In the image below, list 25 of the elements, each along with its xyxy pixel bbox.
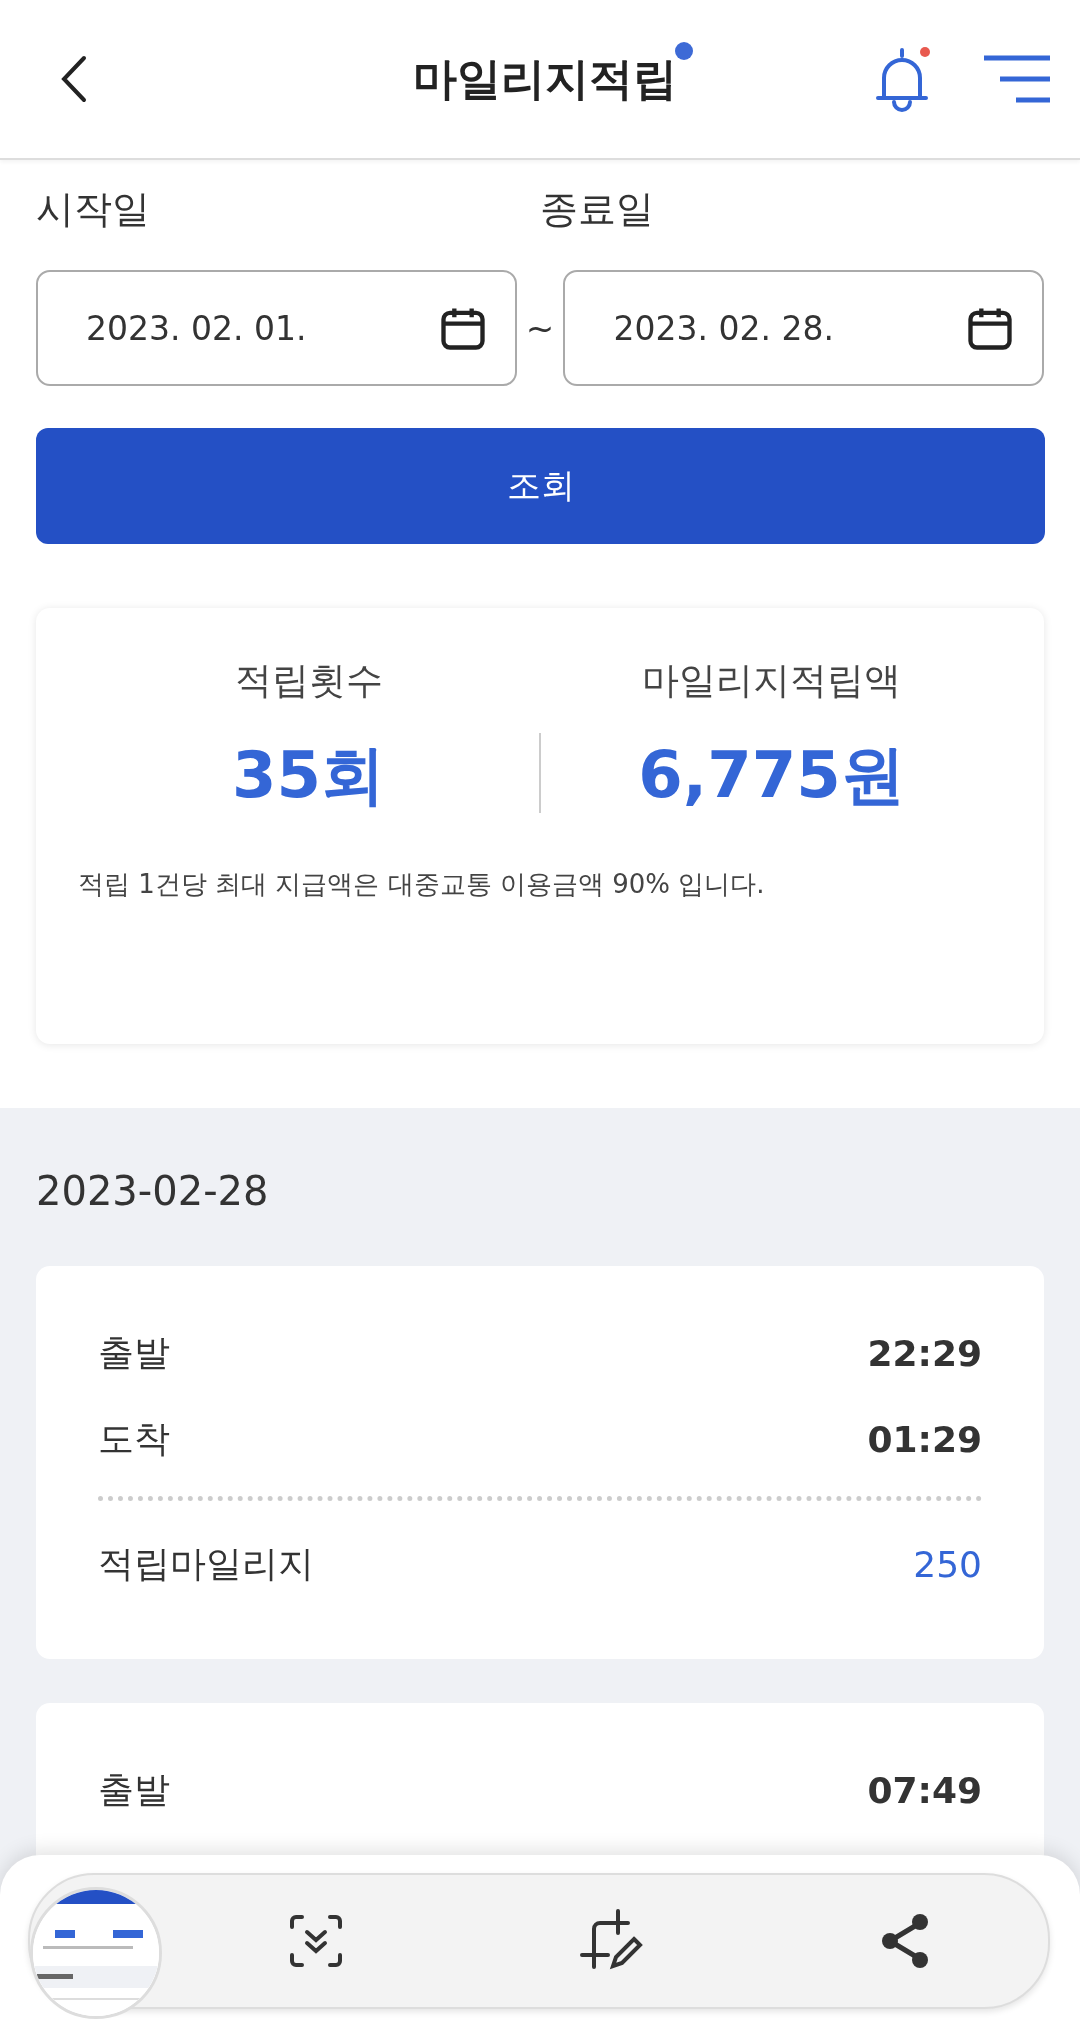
row-label: 적립마일리지 bbox=[98, 1541, 314, 1586]
stat-label: 마일리지적립액 bbox=[642, 658, 901, 704]
date-field[interactable]: 2023. 02. 01. bbox=[36, 270, 517, 386]
time-value: 01:29 bbox=[867, 1418, 982, 1460]
menu-icon[interactable] bbox=[982, 54, 1050, 104]
field-label: 시작일 bbox=[36, 185, 151, 233]
share-icon[interactable] bbox=[880, 1913, 930, 1969]
scroll-capture-icon[interactable] bbox=[288, 1913, 344, 1969]
stat-value: 6,775원 bbox=[638, 737, 905, 814]
mileage-value: 250 bbox=[913, 1543, 982, 1585]
time-value: 07:49 bbox=[867, 1769, 982, 1811]
search-button[interactable]: 조회 bbox=[36, 428, 1045, 544]
page-title: 마일리지적립 bbox=[413, 52, 677, 104]
stat-label: 적립횟수 bbox=[234, 658, 383, 704]
range-separator: ~ bbox=[524, 308, 556, 348]
date-field[interactable]: 2023. 02. 28. bbox=[563, 270, 1044, 386]
field-label: 종료일 bbox=[540, 185, 655, 233]
note-text: 적립 1건당 최대 지급액은 대중교통 이용금액 90% 입니다. bbox=[78, 868, 766, 901]
time-value: 22:29 bbox=[867, 1332, 982, 1374]
back-icon[interactable] bbox=[60, 54, 88, 104]
stat-value: 35회 bbox=[231, 737, 386, 814]
row-label: 출발 bbox=[98, 1767, 170, 1812]
row-label: 도착 bbox=[98, 1416, 170, 1461]
date-heading: 2023-02-28 bbox=[36, 1168, 270, 1214]
row-label: 출발 bbox=[98, 1330, 170, 1375]
